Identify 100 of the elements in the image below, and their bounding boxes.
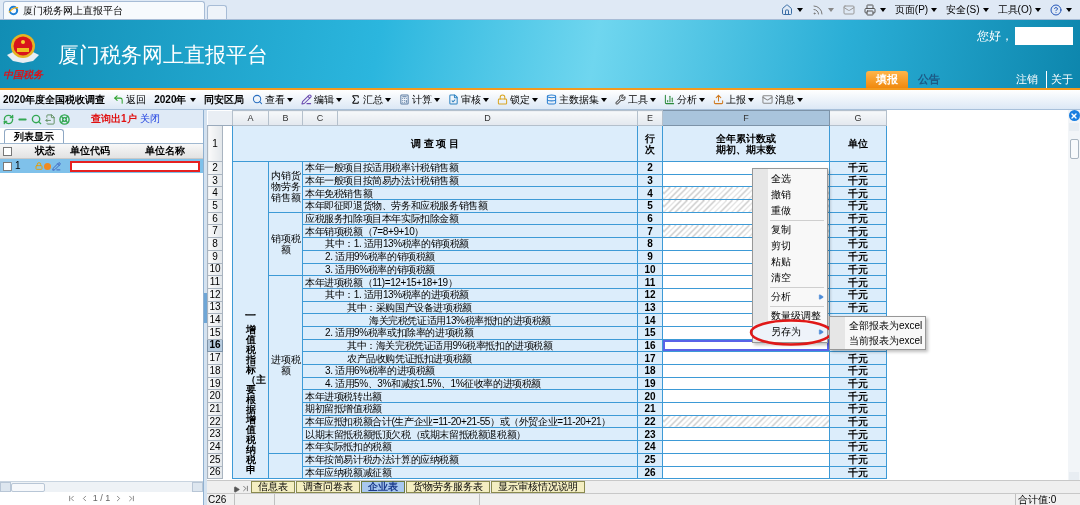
- menu-item[interactable]: 剪切: [753, 238, 827, 254]
- column-header[interactable]: E: [637, 110, 663, 126]
- check-document-icon: [447, 94, 459, 105]
- pencil-icon: [300, 94, 312, 105]
- feeds-button[interactable]: [811, 3, 834, 16]
- header-text: 全年累计数或: [716, 132, 776, 144]
- menu-item[interactable]: 粘贴: [753, 254, 827, 270]
- caret-icon: [982, 7, 989, 12]
- last-page-icon[interactable]: [127, 494, 137, 503]
- lock-icon: [496, 94, 508, 105]
- caret-icon: [531, 97, 538, 102]
- home-button[interactable]: [780, 3, 803, 16]
- submenu-item[interactable]: 另存为: [753, 324, 827, 340]
- toolbar-menu[interactable]: 锁定: [496, 94, 538, 105]
- sum-value: 合计值:0: [1015, 494, 1080, 505]
- bar-chart-icon: [663, 94, 675, 105]
- list-tab[interactable]: 列表显示: [4, 129, 64, 143]
- export-icon[interactable]: [45, 113, 56, 125]
- section-cell: 一 增值税指标（主要根据增值税纳税申: [232, 161, 269, 479]
- column-header: 单位代码: [70, 146, 111, 156]
- toolbar-menu[interactable]: 查看: [251, 94, 293, 105]
- edit-icon: [52, 161, 61, 171]
- toolbar-menu[interactable]: 消息: [761, 94, 803, 105]
- sheet-tab[interactable]: 信息表: [251, 481, 295, 493]
- search-icon[interactable]: [31, 113, 42, 125]
- caret-icon: [1035, 7, 1041, 12]
- command-menu[interactable]: 工具(O): [997, 4, 1041, 15]
- print-button[interactable]: [863, 3, 886, 16]
- scrollbar-thumb[interactable]: [11, 482, 45, 492]
- column-header[interactable]: D: [337, 110, 638, 126]
- next-sheet-icon[interactable]: [233, 486, 240, 493]
- menu-item[interactable]: 撤销: [753, 187, 827, 203]
- target-icon[interactable]: [59, 113, 70, 125]
- close-button[interactable]: [1068, 110, 1080, 121]
- upload-icon: [712, 94, 724, 105]
- menu-item[interactable]: 数量级调整: [753, 308, 827, 324]
- new-tab-button[interactable]: [207, 5, 227, 19]
- column-header[interactable]: F: [662, 110, 830, 126]
- wrench-icon: [614, 94, 626, 105]
- row-header[interactable]: 1: [207, 125, 223, 162]
- toolbar-menu[interactable]: 上报: [712, 94, 754, 105]
- sheet-tab[interactable]: 企业表: [361, 481, 405, 493]
- browser-logo-icon: [8, 5, 19, 16]
- menu-item[interactable]: 全部报表为excel: [830, 318, 925, 333]
- caret-icon: [827, 7, 834, 12]
- toolbar-label: 2020年度全国税收调查: [3, 94, 106, 105]
- column-header: 状态: [35, 146, 56, 156]
- printer-icon: [863, 3, 876, 16]
- menu-item[interactable]: 全选: [753, 171, 827, 187]
- page-indicator: 1 / 1: [92, 494, 111, 503]
- menu-item[interactable]: 重做: [753, 203, 827, 219]
- group-cell: 销项税额: [268, 212, 303, 276]
- sheet-tab[interactable]: 货物劳务服务表: [406, 481, 490, 493]
- lock-icon: [35, 162, 43, 170]
- year-select[interactable]: 2020年: [154, 94, 196, 105]
- caret-icon: [796, 7, 803, 12]
- site-title: 厦门税务网上直报平台: [58, 43, 268, 65]
- toolbar-menu[interactable]: 主数据集: [545, 94, 607, 105]
- toolbar-menu[interactable]: 编辑: [300, 94, 342, 105]
- menu-item[interactable]: 当前报表为excel: [830, 333, 925, 348]
- list-row[interactable]: 1: [0, 159, 203, 173]
- caret-icon: [1066, 7, 1072, 12]
- header-link[interactable]: 注销: [1016, 71, 1038, 88]
- command-menu[interactable]: 安全(S): [946, 4, 989, 15]
- caret-icon: [796, 97, 803, 102]
- last-sheet-icon[interactable]: [241, 484, 250, 493]
- help-button[interactable]: [1050, 3, 1072, 16]
- caret-icon: [189, 97, 196, 102]
- query-result: 查询出1户: [91, 114, 137, 124]
- toolbar-menu[interactable]: 分析: [663, 94, 705, 105]
- refresh-icon[interactable]: [3, 113, 14, 125]
- menu-item[interactable]: 清空: [753, 270, 827, 286]
- column-header[interactable]: C: [302, 110, 338, 126]
- browser-tab[interactable]: 厦门税务网上直报平台: [3, 1, 205, 19]
- redacted-box: [1015, 27, 1073, 45]
- toolbar-button[interactable]: 返回: [113, 94, 147, 105]
- header-link[interactable]: 关于: [1046, 71, 1073, 88]
- submenu-item[interactable]: 分析: [753, 289, 827, 305]
- header-text: 期初、期末数: [716, 143, 776, 155]
- select-all-checkbox[interactable]: [3, 146, 12, 156]
- row-checkbox[interactable]: [3, 161, 12, 171]
- sheet-tab[interactable]: 调查问卷表: [296, 481, 360, 493]
- column-header[interactable]: G: [829, 110, 887, 126]
- caret-icon: [384, 97, 391, 102]
- toolbar-menu[interactable]: 工具: [614, 94, 656, 105]
- caret-icon: [433, 97, 440, 102]
- command-menu[interactable]: 页面(P): [894, 4, 938, 15]
- collapse-handle[interactable]: [204, 293, 207, 323]
- mail-button[interactable]: [842, 3, 855, 16]
- toolbar-menu[interactable]: 审核: [447, 94, 489, 105]
- sheet-tab[interactable]: 显示审核情况说明: [491, 481, 585, 493]
- menu-item[interactable]: 复制: [753, 222, 827, 238]
- first-page-icon[interactable]: [66, 494, 76, 503]
- group-cell: 进项税额: [268, 275, 303, 454]
- toolbar-menu[interactable]: 汇总: [349, 94, 391, 105]
- toolbar-menu[interactable]: 计算: [398, 94, 440, 105]
- scrollbar-thumb[interactable]: [1069, 139, 1079, 159]
- close-link[interactable]: 关闭: [139, 114, 160, 124]
- column-header[interactable]: B: [268, 110, 303, 126]
- column-header[interactable]: A: [232, 110, 269, 126]
